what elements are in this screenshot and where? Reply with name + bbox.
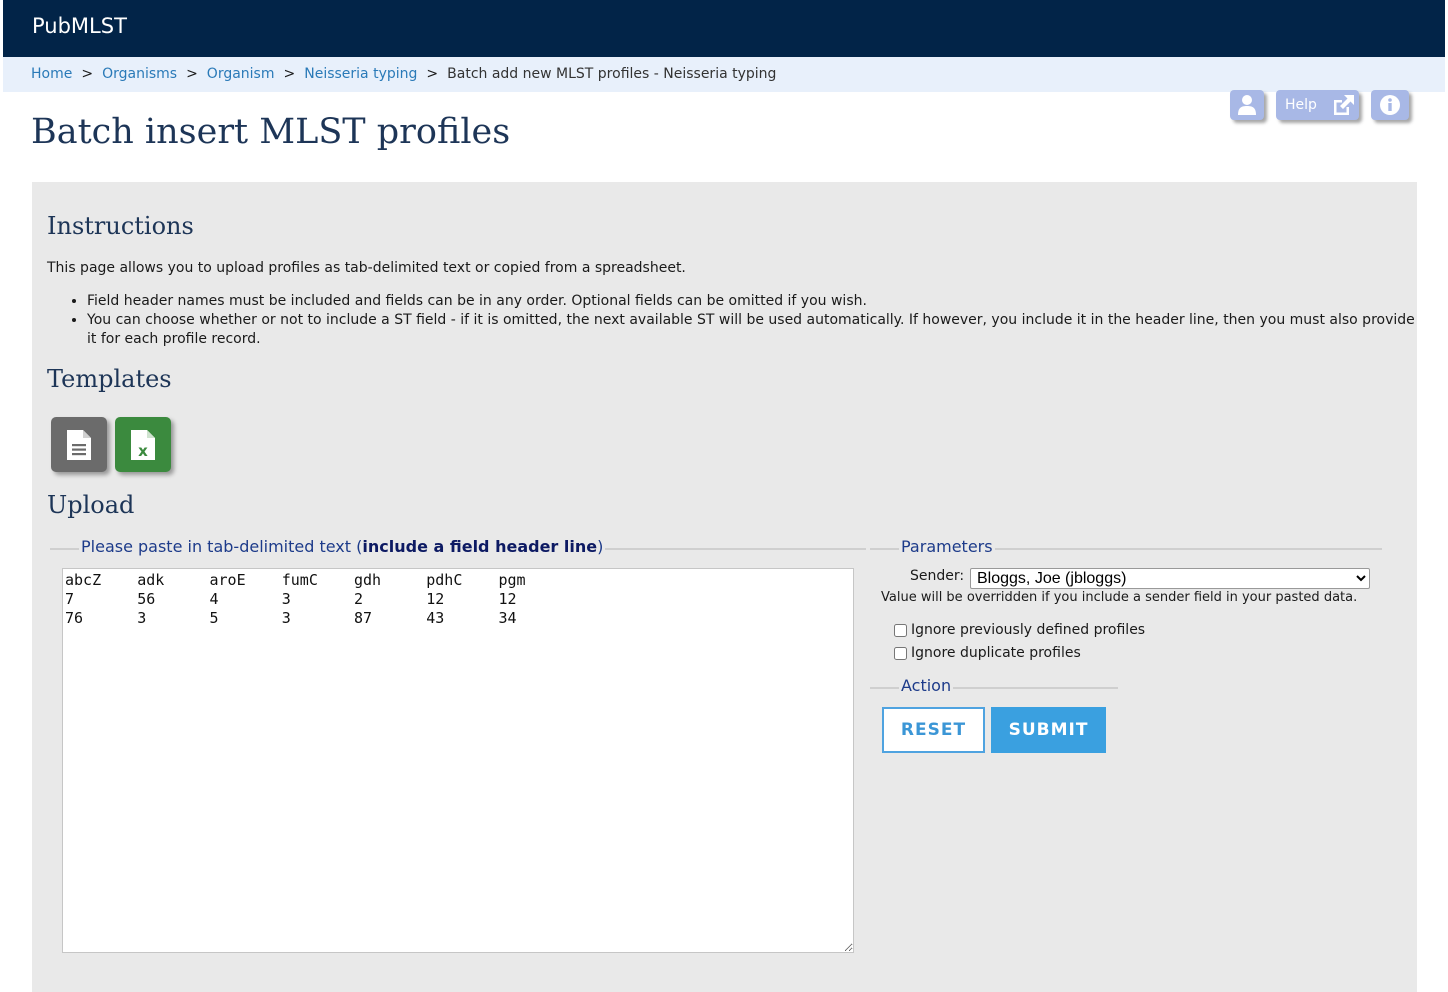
- action-fieldset: Action: [870, 676, 1118, 695]
- excel-template-button[interactable]: x: [115, 417, 171, 472]
- info-icon: [1380, 95, 1400, 115]
- templates-heading: Templates: [47, 365, 172, 393]
- external-link-icon: [1333, 95, 1354, 115]
- parameters-fieldset: Parameters: [870, 537, 1382, 556]
- excel-letter: x: [138, 442, 148, 460]
- login-button[interactable]: [1230, 90, 1264, 120]
- sender-note: Value will be overridden if you include …: [881, 590, 1358, 605]
- ignore-previous-option[interactable]: Ignore previously defined profiles: [894, 622, 1145, 638]
- ignore-duplicate-checkbox[interactable]: [894, 646, 907, 660]
- user-icon: [1238, 95, 1256, 115]
- paste-fieldset: Please paste in tab-delimited text (incl…: [50, 537, 866, 556]
- help-button[interactable]: Help: [1276, 90, 1359, 120]
- paste-legend-bold: include a field header line: [362, 537, 598, 556]
- instruction-item: Field header names must be included and …: [87, 292, 1415, 311]
- ignore-duplicate-option[interactable]: Ignore duplicate profiles: [894, 645, 1081, 661]
- info-button[interactable]: [1371, 90, 1409, 120]
- sender-label: Sender:: [910, 568, 965, 584]
- upload-heading: Upload: [47, 491, 135, 519]
- ignore-duplicate-label: Ignore duplicate profiles: [911, 645, 1081, 661]
- paste-textarea[interactable]: abcZ adk aroE fumC gdh pdhC pgm 7 56 4 3…: [62, 568, 854, 953]
- excel-file-icon: x: [131, 429, 155, 460]
- breadcrumb-separator: >: [283, 66, 296, 82]
- breadcrumb-separator: >: [426, 66, 439, 82]
- breadcrumb-home[interactable]: Home: [31, 66, 72, 82]
- ignore-previous-checkbox[interactable]: [894, 623, 907, 637]
- ignore-previous-label: Ignore previously defined profiles: [911, 622, 1146, 638]
- instructions-intro: This page allows you to upload profiles …: [47, 260, 686, 276]
- main-panel: Instructions This page allows you to upl…: [32, 182, 1417, 992]
- breadcrumb-current: Batch add new MLST profiles - Neisseria …: [447, 66, 777, 82]
- text-file-icon: [67, 429, 91, 460]
- page-title: Batch insert MLST profiles: [31, 112, 511, 152]
- parameters-legend: Parameters: [899, 537, 995, 556]
- breadcrumb-separator: >: [186, 66, 198, 82]
- paste-legend-prefix: Please paste in tab-delimited text (: [81, 537, 363, 556]
- instruction-item: You can choose whether or not to include…: [87, 311, 1415, 349]
- paste-legend-suffix: ): [597, 537, 604, 556]
- breadcrumb: Home > Organisms > Organism > Neisseria typing…: [3, 57, 1445, 92]
- top-bar: PubMLST: [3, 0, 1445, 57]
- instructions-list: Field header names must be included and …: [47, 292, 1415, 349]
- help-label: Help: [1285, 97, 1317, 113]
- instructions-heading: Instructions: [47, 212, 194, 240]
- paste-legend: Please paste in tab-delimited text (incl…: [79, 537, 606, 556]
- text-template-button[interactable]: [51, 417, 107, 472]
- breadcrumb-organism[interactable]: Organism: [207, 66, 275, 82]
- sender-select[interactable]: Bloggs, Joe (jbloggs): [970, 568, 1370, 589]
- breadcrumb-separator: >: [81, 66, 94, 82]
- breadcrumb-organisms[interactable]: Organisms: [102, 66, 177, 82]
- submit-button[interactable]: SUBMIT: [991, 707, 1106, 753]
- breadcrumb-neisseria-typing[interactable]: Neisseria typing: [304, 66, 417, 82]
- action-legend: Action: [899, 676, 954, 695]
- brand-title[interactable]: PubMLST: [32, 14, 127, 38]
- reset-button[interactable]: RESET: [882, 707, 985, 753]
